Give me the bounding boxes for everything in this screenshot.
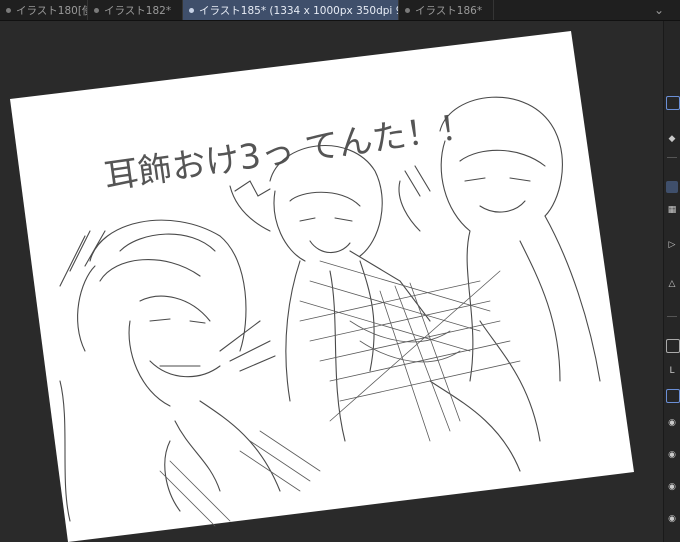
eye-icon[interactable]: ◉ [666,481,678,493]
tab-dot-icon [6,7,11,13]
grid-icon[interactable]: ▦ [666,204,678,216]
tab-label: イラスト180[使 [16,4,88,17]
tab-label: イラスト186* [415,4,483,17]
layer-icon[interactable]: ◆ [666,133,678,145]
right-panel-strip: ◆ ▦ ▷ △ L ◉ ◉ ◉ ◉ [663,21,680,542]
panel-toggle-button[interactable] [666,96,680,110]
tab-dot-icon [94,7,99,13]
triangle-icon[interactable]: △ [666,278,678,290]
layer-selected-button[interactable] [666,389,680,403]
tab-illust-180[interactable]: イラスト180[使 [0,0,88,20]
eye-icon[interactable]: ◉ [666,417,678,429]
tab-dot-icon [189,7,194,13]
chevron-down-icon[interactable]: ⌄ [652,3,666,17]
tab-dot-icon [405,7,410,13]
layer-label-icon: L [669,366,675,376]
eye-icon[interactable]: ◉ [666,449,678,461]
play-icon[interactable]: ▷ [666,239,678,251]
tab-label: イラスト185* (1334 x 1000px 350dpi 95.1%) [199,4,398,17]
tab-illust-186[interactable]: イラスト186* [399,0,494,20]
layer-thumb-button[interactable] [666,339,680,353]
canvas-area[interactable]: 耳飾おけ3っ てんた！！ [0,21,664,542]
document-tab-bar: イラスト180[使 イラスト182* イラスト185* (1334 x 1000… [0,0,680,21]
panel-tab-button[interactable] [666,181,678,193]
sketch-canvas[interactable]: 耳飾おけ3っ てんた！！ [0,21,664,542]
tab-label: イラスト182* [104,4,172,17]
tab-illust-182[interactable]: イラスト182* [88,0,183,20]
tab-illust-185[interactable]: イラスト185* (1334 x 1000px 350dpi 95.1%) [183,0,399,20]
canvas-paper [10,31,634,542]
eye-icon[interactable]: ◉ [666,513,678,525]
